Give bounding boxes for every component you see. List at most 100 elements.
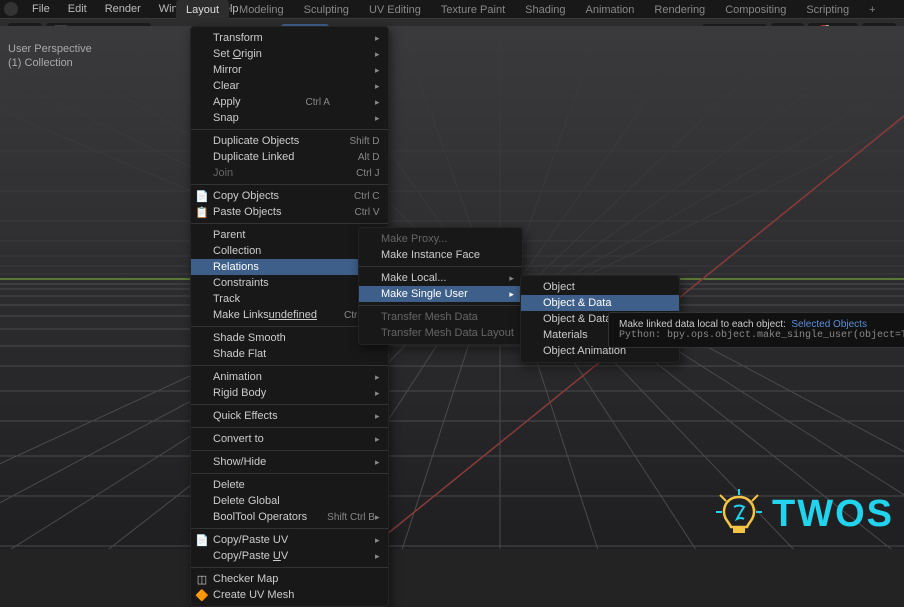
- menu-item-label: Convert to: [213, 433, 264, 445]
- menu-item-label: Show/Hide: [213, 456, 266, 468]
- relations-menu-transfer-mesh-data-layout: Transfer Mesh Data Layout: [359, 325, 522, 341]
- object-menu-shade-flat[interactable]: Shade Flat: [191, 346, 388, 362]
- tab-animation[interactable]: Animation: [576, 0, 645, 20]
- menu-item-label: Duplicate Linked: [213, 151, 294, 163]
- object-menu-set-origin[interactable]: Set Origin▸: [191, 46, 388, 62]
- object-menu-copy-paste-uv[interactable]: 📄 Copy/Paste UV ▸: [191, 532, 388, 548]
- object-menu-delete-global[interactable]: Delete Global: [191, 493, 388, 509]
- menu-separator: [191, 427, 388, 428]
- viewport-collection-label: (1) Collection: [8, 56, 92, 70]
- tab-modeling[interactable]: Modeling: [229, 0, 294, 20]
- single-user-menu-object-data[interactable]: Object & Data: [521, 295, 679, 311]
- chevron-right-icon: ▸: [375, 411, 380, 422]
- paste-objects-icon: 📋: [195, 206, 209, 219]
- chevron-right-icon: ▸: [375, 388, 380, 399]
- object-menu-mirror[interactable]: Mirror ▸: [191, 62, 388, 78]
- relations-menu-make-proxy: Make Proxy...: [359, 231, 522, 247]
- object-menu-rigid-body[interactable]: Rigid Body ▸: [191, 385, 388, 401]
- menu-item-shortcut: Shift D: [329, 136, 379, 147]
- object-menu-quick-effects[interactable]: Quick Effects ▸: [191, 408, 388, 424]
- menu-item-label: Copy Objects: [213, 190, 279, 202]
- menu-item-label: Transform: [213, 32, 263, 44]
- object-menu-show-hide[interactable]: Show/Hide▸: [191, 454, 388, 470]
- object-menu-join: Join Ctrl J: [191, 165, 388, 181]
- menu-item-label: Make Proxy...: [381, 233, 447, 245]
- object-menu-convert-to[interactable]: Convert to▸: [191, 431, 388, 447]
- chevron-right-icon: ▸: [375, 372, 380, 383]
- menu-item-label: Make Single User: [381, 288, 468, 300]
- menu-item-shortcut: Ctrl V: [335, 207, 380, 218]
- menu-item-label: Paste Objects: [213, 206, 281, 218]
- menu-item-label: Checker Map: [213, 573, 278, 585]
- tab-rendering[interactable]: Rendering: [644, 0, 715, 20]
- menu-item-label: Create UV Mesh: [213, 589, 294, 601]
- create-uv-mesh-icon: 🔶: [195, 589, 209, 602]
- menu-item-label: Copy/Paste UV: [213, 534, 288, 546]
- object-menu-snap[interactable]: Snap▸: [191, 110, 388, 126]
- menu-item-label: Join: [213, 167, 233, 179]
- menu-item-label: Rigid Body: [213, 387, 266, 399]
- copy-objects-icon: 📄: [195, 190, 209, 203]
- menu-item-shortcut: Ctrl J: [336, 168, 379, 179]
- workspace-tabs: Layout Modeling Sculpting UV Editing Tex…: [0, 0, 904, 20]
- object-menu-paste-objects[interactable]: 📋 Paste Objects Ctrl V: [191, 204, 388, 220]
- object-menu-copy-objects[interactable]: 📄Copy ObjectsCtrl C: [191, 188, 388, 204]
- object-menu-clear[interactable]: Clear▸: [191, 78, 388, 94]
- menu-separator: [191, 223, 388, 224]
- menu-item-label: Parent: [213, 229, 245, 241]
- relations-menu-make-instance-face[interactable]: Make Instance Face: [359, 247, 522, 263]
- object-menu-delete[interactable]: Delete: [191, 477, 388, 493]
- menu-item-label: Shade Smooth: [213, 332, 286, 344]
- tab-shading[interactable]: Shading: [515, 0, 575, 20]
- tab-scripting[interactable]: Scripting: [796, 0, 859, 20]
- chevron-right-icon: ▸: [375, 65, 380, 76]
- chevron-right-icon: ▸: [375, 33, 380, 44]
- menu-item-label: Copy/Paste UV: [213, 550, 288, 562]
- tab-layout[interactable]: Layout: [176, 0, 229, 20]
- menu-item-label: Clear: [213, 80, 239, 92]
- tooltip-code: Python: bpy.ops.object.make_single_user(…: [619, 330, 904, 341]
- add-workspace-button[interactable]: +: [859, 0, 885, 20]
- object-menu-apply[interactable]: ApplyCtrl A▸: [191, 94, 388, 110]
- viewport-info: User Perspective (1) Collection: [8, 42, 92, 70]
- menu-separator: [191, 473, 388, 474]
- single-user-menu-object[interactable]: Object: [521, 279, 679, 295]
- tooltip: Make linked data local to each object: S…: [608, 312, 904, 348]
- menu-item-label: Quick Effects: [213, 410, 278, 422]
- menu-item-label: Snap: [213, 112, 239, 124]
- menu-item-label: Mirror: [213, 64, 242, 76]
- object-menu-duplicate-objects[interactable]: Duplicate Objects Shift D: [191, 133, 388, 149]
- object-menu-duplicate-linked[interactable]: Duplicate LinkedAlt D: [191, 149, 388, 165]
- menu-item-shortcut: Ctrl A: [286, 97, 330, 108]
- relations-menu-make-local[interactable]: Make Local...▸: [359, 270, 522, 286]
- menu-item-label: Constraints: [213, 277, 269, 289]
- menu-item-label: Transfer Mesh Data: [381, 311, 478, 323]
- menu-separator: [191, 404, 388, 405]
- tab-uv-editing[interactable]: UV Editing: [359, 0, 431, 20]
- tooltip-title: Make linked data local to each object:: [619, 319, 786, 330]
- object-menu-create-uv-mesh[interactable]: 🔶 Create UV Mesh: [191, 587, 388, 603]
- object-menu-transform[interactable]: Transform ▸: [191, 30, 388, 46]
- chevron-right-icon: ▸: [375, 551, 380, 562]
- tab-compositing[interactable]: Compositing: [715, 0, 796, 20]
- copy-paste-uv-icon: 📄: [195, 534, 209, 547]
- lightbulb-icon: [714, 489, 764, 539]
- menu-item-label: Object: [543, 281, 575, 293]
- object-menu-checker-map[interactable]: ◫Checker Map: [191, 571, 388, 587]
- object-menu-booltool-operators[interactable]: BoolTool OperatorsShift Ctrl B▸: [191, 509, 388, 525]
- menu-item-label: Track: [213, 293, 240, 305]
- tab-texture-paint[interactable]: Texture Paint: [431, 0, 515, 20]
- menu-item-label: Apply: [213, 96, 241, 108]
- object-menu-copy-paste-uv[interactable]: Copy/Paste UV ▸: [191, 548, 388, 564]
- tab-sculpting[interactable]: Sculpting: [294, 0, 359, 20]
- menu-item-label: Delete Global: [213, 495, 280, 507]
- menu-separator: [191, 528, 388, 529]
- relations-menu-transfer-mesh-data: Transfer Mesh Data: [359, 309, 522, 325]
- menu-separator: [191, 184, 388, 185]
- chevron-right-icon: ▸: [375, 535, 380, 546]
- object-menu-animation[interactable]: Animation▸: [191, 369, 388, 385]
- relations-menu-make-single-user[interactable]: Make Single User▸: [359, 286, 522, 302]
- menu-item-label: BoolTool Operators: [213, 511, 307, 523]
- menu-item-label: Duplicate Objects: [213, 135, 299, 147]
- twos-watermark: TWOS: [714, 489, 894, 539]
